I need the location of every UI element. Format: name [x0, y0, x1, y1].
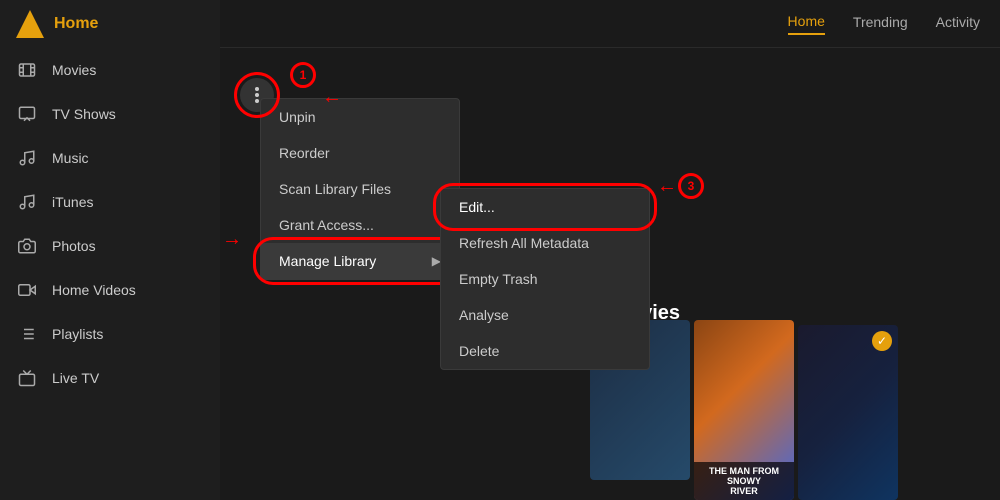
sidebar-item-tvshows[interactable]: TV Shows [0, 92, 220, 136]
video-icon [16, 279, 38, 301]
topnav-trending[interactable]: Trending [853, 14, 908, 34]
sidebar-title: Home [54, 15, 98, 33]
context-menu-area: 1 ← Unpin Reorder Scan Library Files Gra… [240, 78, 274, 122]
sidebar-item-movies-label: Movies [52, 62, 96, 78]
list-icon [16, 323, 38, 345]
sidebar-item-photos-label: Photos [52, 238, 96, 254]
topnav: Home Trending Activity [220, 0, 1000, 48]
sidebar-item-music[interactable]: Music [0, 136, 220, 180]
sidebar-item-tvshows-label: TV Shows [52, 106, 116, 122]
annotation-arrow-3: ← [657, 175, 677, 198]
topnav-home[interactable]: Home [788, 13, 825, 35]
submenu-item-empty-trash[interactable]: Empty Trash [441, 261, 649, 297]
annotation-num-1: 1 [290, 62, 316, 88]
submenu-item-edit[interactable]: Edit... [441, 189, 649, 225]
dropdown-item-grant[interactable]: Grant Access... [261, 207, 459, 243]
sidebar-item-movies[interactable]: Movies [0, 48, 220, 92]
sidebar-item-itunes[interactable]: iTunes [0, 180, 220, 224]
dropdown-item-reorder[interactable]: Reorder [261, 135, 459, 171]
itunes-icon [16, 191, 38, 213]
sidebar-item-photos[interactable]: Photos [0, 224, 220, 268]
annotation-arrow-2: → [222, 228, 242, 251]
movie-title-snowy: THE MAN FROMSNOWYRIVER [694, 462, 794, 500]
sidebar-item-livetv-label: Live TV [52, 370, 99, 386]
sidebar-item-playlists-label: Playlists [52, 326, 103, 342]
sidebar: Home Movies TV Shows Music iTunes Photos [0, 0, 220, 500]
submenu-item-delete[interactable]: Delete [441, 333, 649, 369]
camera-icon [16, 235, 38, 257]
dropdown-item-unpin[interactable]: Unpin [261, 99, 459, 135]
annotation-num-3: 3 [678, 173, 704, 199]
film-icon [16, 59, 38, 81]
sidebar-item-livetv[interactable]: Live TV [0, 356, 220, 400]
checkmark-badge: ✓ [872, 331, 892, 351]
main-content: THE MAN FROMSNOWYRIVER ✓ in Movies 1 [220, 48, 1000, 500]
music-icon [16, 147, 38, 169]
sidebar-item-playlists[interactable]: Playlists [0, 312, 220, 356]
sidebar-item-itunes-label: iTunes [52, 194, 94, 210]
submenu: Edit... Refresh All Metadata Empty Trash… [440, 188, 650, 370]
movie-thumb-transformers[interactable]: ✓ [798, 325, 898, 500]
dropdown-item-scan[interactable]: Scan Library Files [261, 171, 459, 207]
sidebar-item-homevideos[interactable]: Home Videos [0, 268, 220, 312]
tv-icon [16, 103, 38, 125]
submenu-item-refresh[interactable]: Refresh All Metadata [441, 225, 649, 261]
movie-thumb-snowy[interactable]: THE MAN FROMSNOWYRIVER [694, 320, 794, 500]
topnav-activity[interactable]: Activity [936, 14, 980, 34]
livetv-icon [16, 367, 38, 389]
context-dropdown: Unpin Reorder Scan Library Files Grant A… [260, 98, 460, 280]
home-icon [16, 10, 44, 38]
sidebar-header[interactable]: Home [0, 0, 220, 48]
sidebar-item-homevideos-label: Home Videos [52, 282, 136, 298]
submenu-item-analyse[interactable]: Analyse [441, 297, 649, 333]
dropdown-item-manage[interactable]: Manage Library ▶ [261, 243, 459, 279]
sidebar-item-music-label: Music [52, 150, 89, 166]
